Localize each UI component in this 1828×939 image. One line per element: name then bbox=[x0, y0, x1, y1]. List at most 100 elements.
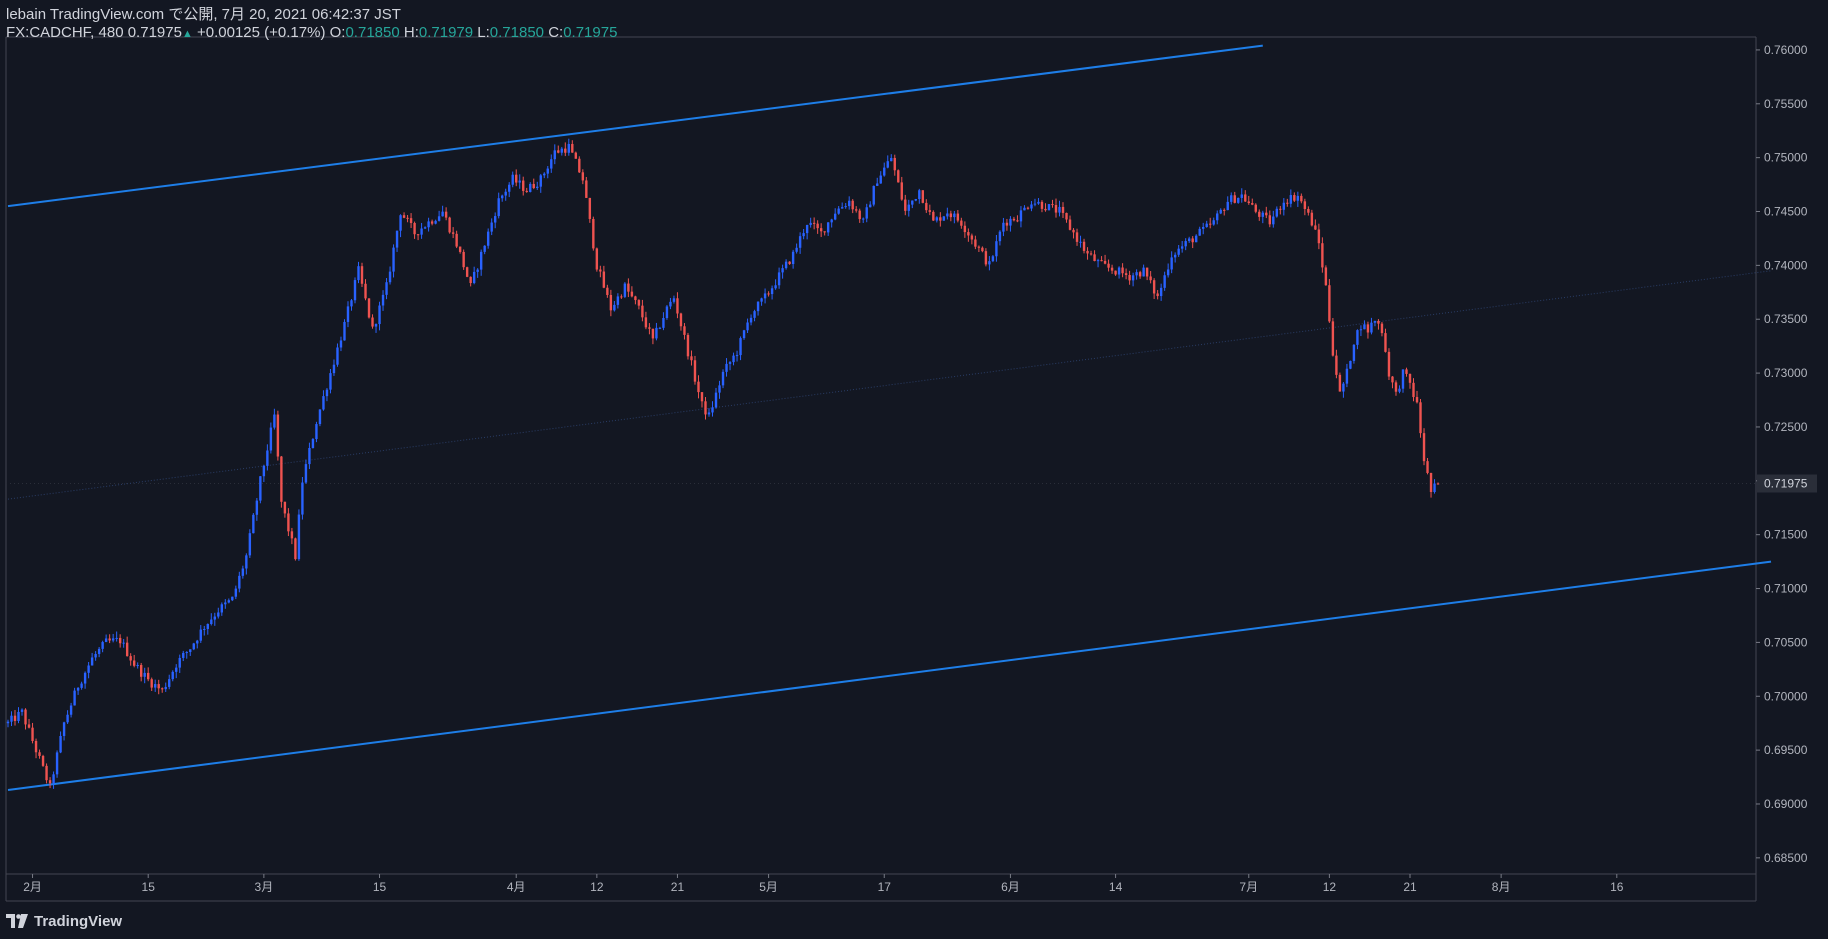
candle-body bbox=[409, 218, 413, 223]
candle bbox=[886, 155, 889, 169]
candle bbox=[1412, 378, 1415, 402]
y-tick-label: 0.71500 bbox=[1764, 528, 1808, 542]
candle-body bbox=[602, 271, 606, 288]
candle-body bbox=[1275, 208, 1279, 217]
candle bbox=[609, 289, 613, 317]
candle bbox=[199, 625, 202, 643]
candle bbox=[823, 231, 826, 236]
candle bbox=[634, 295, 637, 305]
candle-body bbox=[241, 568, 245, 576]
candle bbox=[599, 265, 602, 278]
candle bbox=[1128, 270, 1131, 285]
candle bbox=[483, 245, 486, 255]
candle bbox=[185, 651, 188, 659]
candle-body bbox=[1219, 209, 1222, 214]
candle-body bbox=[746, 322, 749, 331]
candle-body bbox=[59, 735, 62, 753]
candle-body bbox=[62, 722, 66, 736]
price-chart[interactable]: 0.76000 0.75500 0.75000 0.74500 0.74000 0.735… bbox=[0, 0, 1828, 939]
candle bbox=[339, 336, 343, 352]
candle bbox=[94, 651, 97, 661]
candle-body bbox=[364, 283, 367, 299]
candle-body bbox=[234, 588, 238, 597]
candle-body bbox=[893, 157, 896, 171]
candle-body bbox=[953, 213, 956, 218]
candle-body bbox=[1324, 267, 1328, 286]
candle bbox=[1303, 198, 1307, 216]
candle-body bbox=[865, 207, 868, 219]
candle bbox=[539, 173, 542, 193]
candle bbox=[1166, 263, 1170, 278]
candle bbox=[1177, 244, 1180, 257]
candle bbox=[1191, 236, 1194, 249]
candle bbox=[840, 202, 844, 209]
candle bbox=[872, 185, 875, 207]
candle-body bbox=[630, 291, 634, 297]
candle-body bbox=[189, 649, 192, 653]
candle-body bbox=[269, 427, 273, 451]
candle-body bbox=[360, 266, 364, 284]
candle bbox=[1152, 278, 1156, 300]
candle-body bbox=[616, 296, 620, 305]
candle-body bbox=[73, 690, 76, 706]
candle bbox=[45, 763, 48, 784]
candle bbox=[1422, 428, 1426, 466]
candle-body bbox=[998, 231, 1002, 242]
candle-body bbox=[511, 174, 514, 185]
candle bbox=[1398, 385, 1401, 394]
candle bbox=[1089, 250, 1093, 256]
candle bbox=[949, 210, 953, 222]
candle bbox=[791, 249, 795, 269]
candle-body bbox=[651, 328, 655, 339]
candle-body bbox=[732, 355, 735, 363]
candle-body bbox=[210, 619, 213, 625]
candle-body bbox=[129, 656, 132, 661]
y-tick-label: 0.75000 bbox=[1764, 151, 1808, 165]
candle bbox=[38, 749, 41, 759]
candle-body bbox=[833, 213, 837, 220]
candle-body bbox=[1408, 373, 1412, 383]
candle-body bbox=[932, 211, 935, 221]
candle-body bbox=[795, 247, 798, 252]
candle bbox=[269, 422, 273, 454]
candle-body bbox=[493, 216, 497, 223]
candle-body bbox=[402, 215, 406, 218]
candle bbox=[220, 602, 224, 616]
candle-body bbox=[76, 687, 80, 691]
candle-body bbox=[1237, 197, 1240, 203]
candle bbox=[515, 169, 518, 187]
candle bbox=[111, 633, 115, 643]
candle bbox=[897, 169, 900, 183]
candle bbox=[1321, 237, 1324, 273]
y-tick-label: 0.75500 bbox=[1764, 97, 1808, 111]
candle bbox=[679, 312, 683, 331]
x-tick-label: 7月 bbox=[1239, 880, 1258, 894]
candle-body bbox=[66, 714, 69, 723]
candle-body bbox=[164, 686, 167, 690]
candle bbox=[1051, 199, 1054, 208]
candle bbox=[1279, 205, 1282, 215]
candle bbox=[960, 217, 963, 229]
candle-body bbox=[585, 180, 588, 198]
trendline-layer[interactable] bbox=[7, 44, 1772, 791]
candle-body bbox=[571, 143, 574, 153]
candle bbox=[1005, 218, 1009, 231]
candle bbox=[683, 323, 686, 340]
candle-body bbox=[1198, 228, 1201, 236]
trendline-lower-channel bbox=[7, 560, 1772, 791]
candle bbox=[658, 326, 662, 330]
candle bbox=[1261, 210, 1264, 224]
candle bbox=[883, 162, 886, 177]
candle-body bbox=[371, 317, 374, 327]
candle-body bbox=[87, 665, 90, 673]
candle-body bbox=[185, 652, 188, 654]
candle bbox=[374, 323, 378, 333]
candle bbox=[234, 585, 238, 600]
candle bbox=[266, 444, 269, 471]
open-value: 0.71850 bbox=[345, 24, 400, 41]
candle bbox=[1198, 226, 1201, 236]
tradingview-logo[interactable]: TradingView bbox=[6, 910, 122, 932]
candle-body bbox=[826, 222, 830, 233]
candle-body bbox=[83, 672, 87, 684]
candle bbox=[1394, 380, 1398, 396]
